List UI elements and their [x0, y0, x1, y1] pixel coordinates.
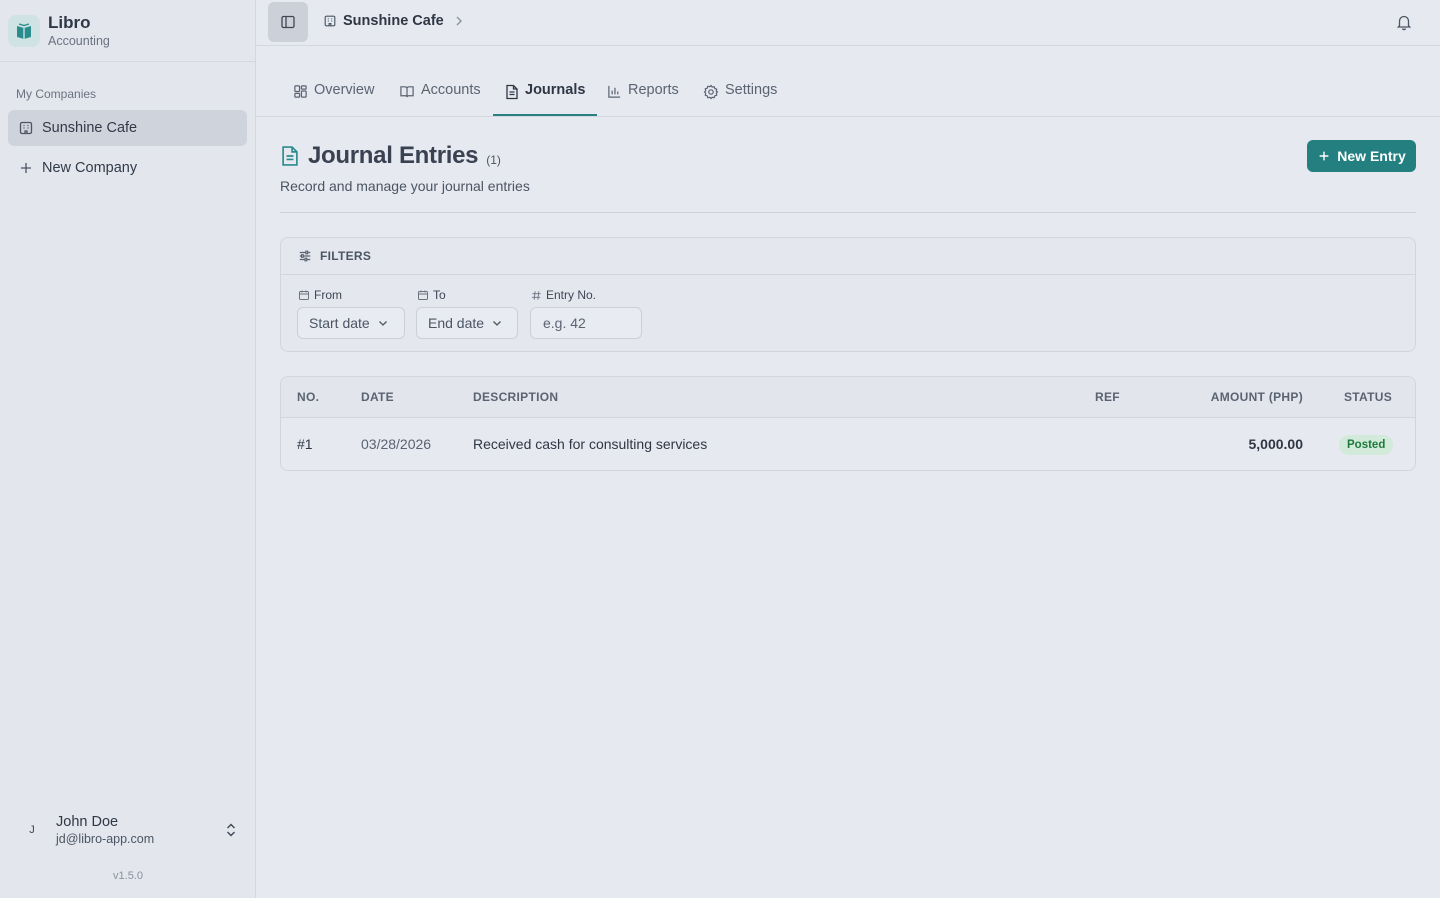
brand[interactable]: Libro Accounting: [0, 0, 255, 62]
bell-icon[interactable]: [1396, 13, 1412, 31]
from-date-value: Start date: [309, 315, 370, 331]
breadcrumb-company[interactable]: Sunshine Cafe: [343, 13, 444, 29]
entry-description: Received cash for consulting services: [473, 436, 708, 452]
document-icon: [280, 145, 300, 167]
from-label-text: From: [314, 288, 342, 302]
calendar-icon: [417, 289, 429, 301]
user-email: jd@libro-app.com: [56, 832, 155, 846]
chevrons-up-down-icon: [224, 822, 238, 838]
topbar: Sunshine Cafe: [256, 0, 1440, 46]
column-description[interactable]: DESCRIPTION: [473, 390, 558, 404]
from-label: From: [298, 288, 342, 302]
tab-settings[interactable]: Settings: [691, 82, 789, 116]
new-company-label: New Company: [42, 160, 138, 176]
sliders-icon: [298, 249, 312, 263]
tab-accounts[interactable]: Accounts: [387, 82, 493, 116]
to-date-value: End date: [428, 315, 485, 331]
sidebar-toggle-button[interactable]: [268, 2, 308, 42]
entry-date: 03/28/2026: [361, 436, 432, 452]
tab-label: Overview: [314, 82, 375, 98]
status-badge: Posted: [1339, 435, 1394, 455]
document-icon: [505, 84, 519, 100]
bar-chart-icon: [607, 84, 622, 99]
building-icon: [18, 120, 34, 136]
column-no[interactable]: NO.: [297, 390, 319, 404]
column-ref[interactable]: REF: [1095, 390, 1120, 404]
filters-heading: FILTERS: [320, 249, 372, 263]
breadcrumb[interactable]: Sunshine Cafe: [323, 13, 464, 29]
gear-icon: [703, 84, 719, 100]
entry-no-label-text: Entry No.: [546, 288, 597, 302]
tab-label: Accounts: [421, 82, 481, 98]
user-menu[interactable]: J John Doe jd@libro-app.com: [16, 810, 246, 850]
table-row[interactable]: #1 03/28/2026 Received cash for consulti…: [281, 418, 1415, 471]
chevron-down-icon: [492, 319, 502, 327]
to-label: To: [417, 288, 446, 302]
table-header: NO. DATE DESCRIPTION REF AMOUNT (PHP) ST…: [281, 377, 1415, 418]
entry-count: (1): [486, 153, 501, 167]
entry-amount: 5,000.00: [1248, 436, 1304, 452]
chevron-down-icon: [378, 319, 388, 327]
book-icon: [399, 84, 415, 99]
entry-number: #1: [297, 436, 313, 452]
to-date-select[interactable]: End date: [416, 307, 518, 339]
new-entry-label: New Entry: [1337, 148, 1406, 164]
avatar: J: [29, 824, 35, 836]
to-label-text: To: [433, 288, 446, 302]
chevron-right-icon: [454, 15, 464, 27]
journal-table: NO. DATE DESCRIPTION REF AMOUNT (PHP) ST…: [280, 376, 1416, 471]
column-status[interactable]: STATUS: [1344, 390, 1392, 404]
tab-label: Journals: [525, 82, 586, 98]
building-icon: [323, 14, 337, 28]
filters-panel: FILTERS From Start date To End date Entr…: [280, 237, 1416, 352]
panel-left-icon: [280, 14, 296, 30]
hash-icon: [531, 290, 542, 301]
page-heading: Journal Entries: [308, 142, 479, 169]
libro-logo-icon: [8, 14, 40, 47]
entry-no-label: Entry No.: [531, 288, 596, 302]
plus-icon: [18, 160, 34, 176]
sidebar: Libro Accounting My Companies Sunshine C…: [0, 0, 256, 898]
entry-no-input[interactable]: [530, 307, 642, 339]
grid-icon: [293, 84, 308, 99]
company-label: Sunshine Cafe: [42, 120, 138, 136]
tab-overview[interactable]: Overview: [281, 82, 386, 116]
column-amount[interactable]: AMOUNT (PHP): [1211, 390, 1303, 404]
new-company-button[interactable]: New Company: [8, 150, 247, 186]
plus-icon: [1317, 149, 1331, 163]
tab-bar: Overview Accounts Journals Reports Setti…: [256, 46, 1440, 117]
app-version: v1.5.0: [113, 870, 143, 882]
page-title: Journal Entries (1): [280, 142, 501, 170]
user-name: John Doe: [56, 814, 119, 830]
page-subtitle: Record and manage your journal entries: [280, 178, 530, 194]
tab-reports[interactable]: Reports: [595, 82, 691, 116]
header-divider: [280, 212, 1416, 213]
calendar-icon: [298, 289, 310, 301]
sidebar-item-sunshine-cafe[interactable]: Sunshine Cafe: [8, 110, 247, 146]
tab-journals[interactable]: Journals: [493, 82, 598, 116]
from-date-select[interactable]: Start date: [297, 307, 405, 339]
brand-subtitle: Accounting: [48, 33, 110, 48]
filters-header: FILTERS: [281, 238, 1415, 275]
brand-name: Libro: [48, 12, 91, 32]
tab-label: Settings: [725, 82, 778, 98]
column-date[interactable]: DATE: [361, 390, 394, 404]
new-entry-button[interactable]: New Entry: [1307, 140, 1416, 172]
companies-section-label: My Companies: [16, 87, 97, 101]
tab-label: Reports: [628, 82, 679, 98]
